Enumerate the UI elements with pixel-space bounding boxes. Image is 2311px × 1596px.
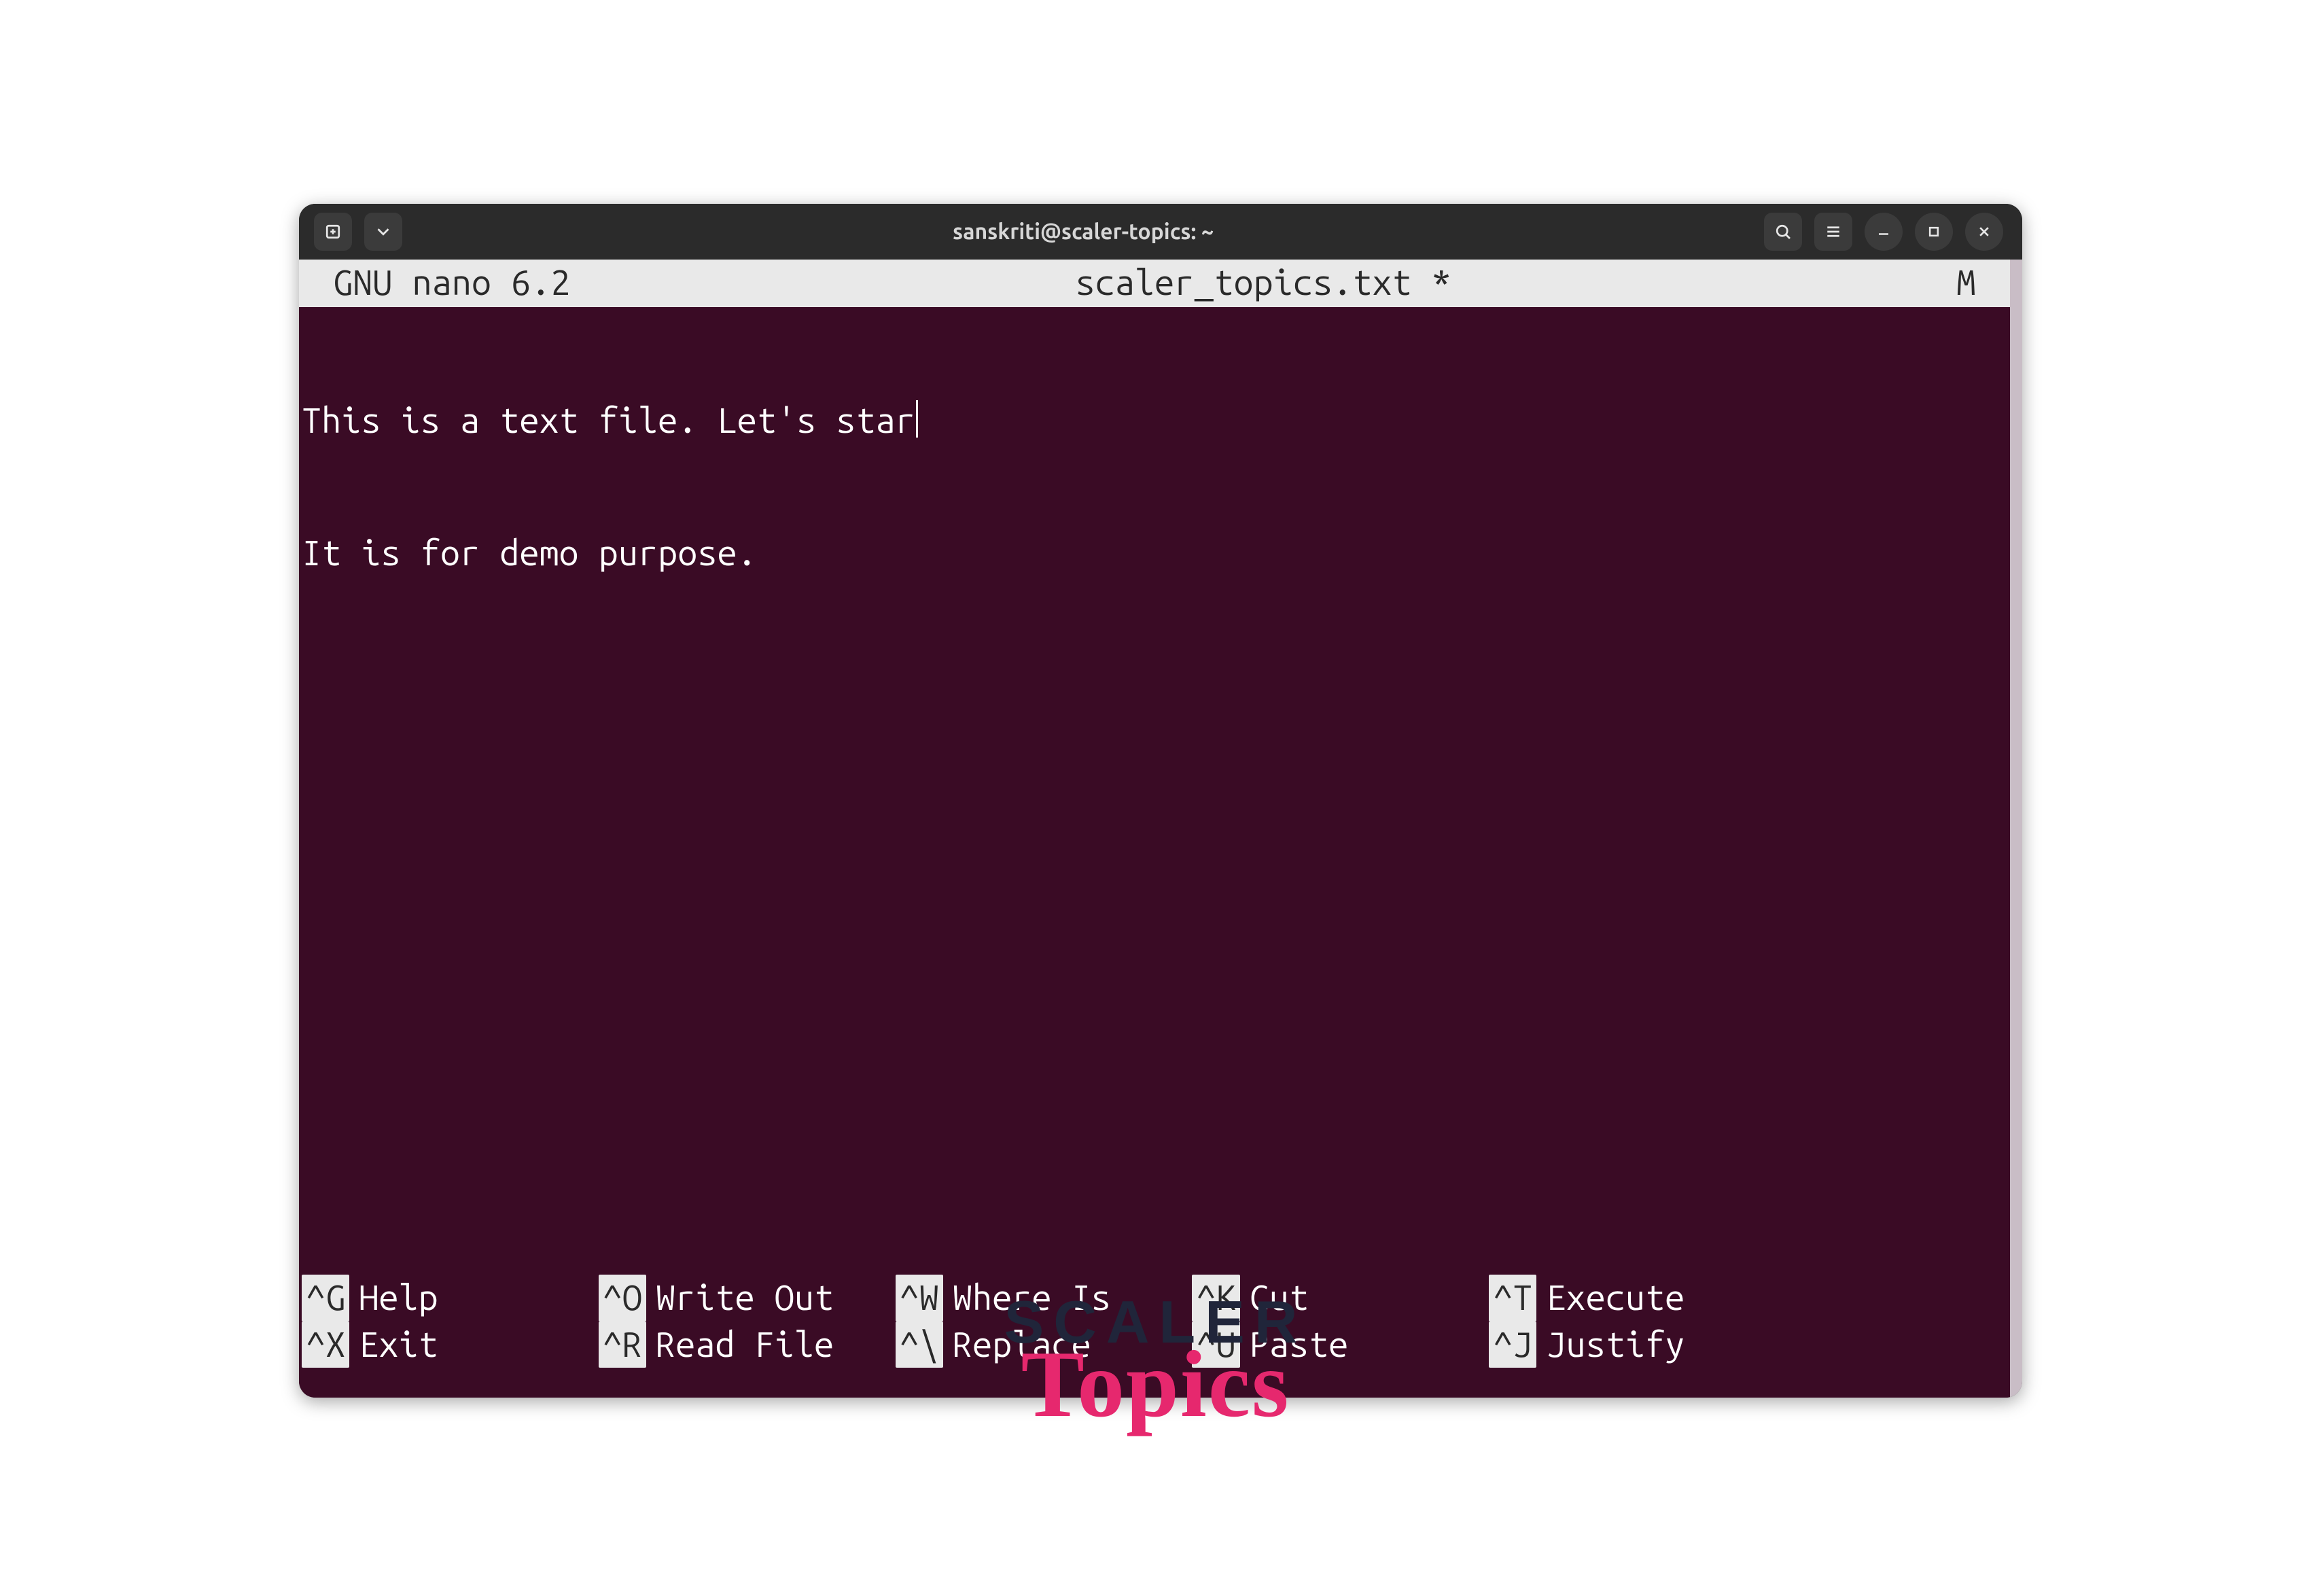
hamburger-menu-button[interactable] — [1814, 213, 1852, 251]
terminal-window: sanskriti@scaler-topics: ~ GNU nano 6.2 — [299, 204, 2022, 1398]
editor-area[interactable]: This is a text file. Let's star It is fo… — [299, 307, 2010, 663]
search-button[interactable] — [1764, 213, 1802, 251]
logo-text-topics: Topics — [1004, 1330, 1307, 1439]
scrollbar[interactable] — [2010, 260, 2022, 1398]
minimize-button[interactable] — [1865, 213, 1903, 251]
text-cursor — [916, 400, 918, 438]
new-tab-button[interactable] — [314, 213, 352, 251]
editor-line: It is for demo purpose. — [302, 531, 2010, 575]
shortcut-help: ^G Help — [302, 1275, 599, 1322]
window-titlebar: sanskriti@scaler-topics: ~ — [299, 204, 2022, 260]
window-title: sanskriti@scaler-topics: ~ — [402, 219, 1764, 244]
nano-version: GNU nano 6.2 — [333, 261, 570, 303]
shortcut-read-file: ^R Read File — [599, 1322, 896, 1368]
nano-status-line: GNU nano 6.2 scaler_topics.txt * M — [299, 260, 2010, 307]
scaler-topics-logo: SCALER Topics — [1004, 1288, 1307, 1439]
editor-line: This is a text file. Let's star — [302, 398, 2010, 442]
nano-filename: scaler_topics.txt * — [570, 261, 1956, 303]
shortcut-justify: ^J Justify — [1489, 1322, 1786, 1368]
maximize-button[interactable] — [1915, 213, 1953, 251]
terminal-body[interactable]: GNU nano 6.2 scaler_topics.txt * M This … — [299, 260, 2010, 1398]
close-button[interactable] — [1965, 213, 2003, 251]
shortcut-execute: ^T Execute — [1489, 1275, 1786, 1322]
shortcut-write-out: ^O Write Out — [599, 1275, 896, 1322]
dropdown-button[interactable] — [364, 213, 402, 251]
shortcut-exit: ^X Exit — [302, 1322, 599, 1368]
nano-mode: M — [1956, 261, 2002, 303]
